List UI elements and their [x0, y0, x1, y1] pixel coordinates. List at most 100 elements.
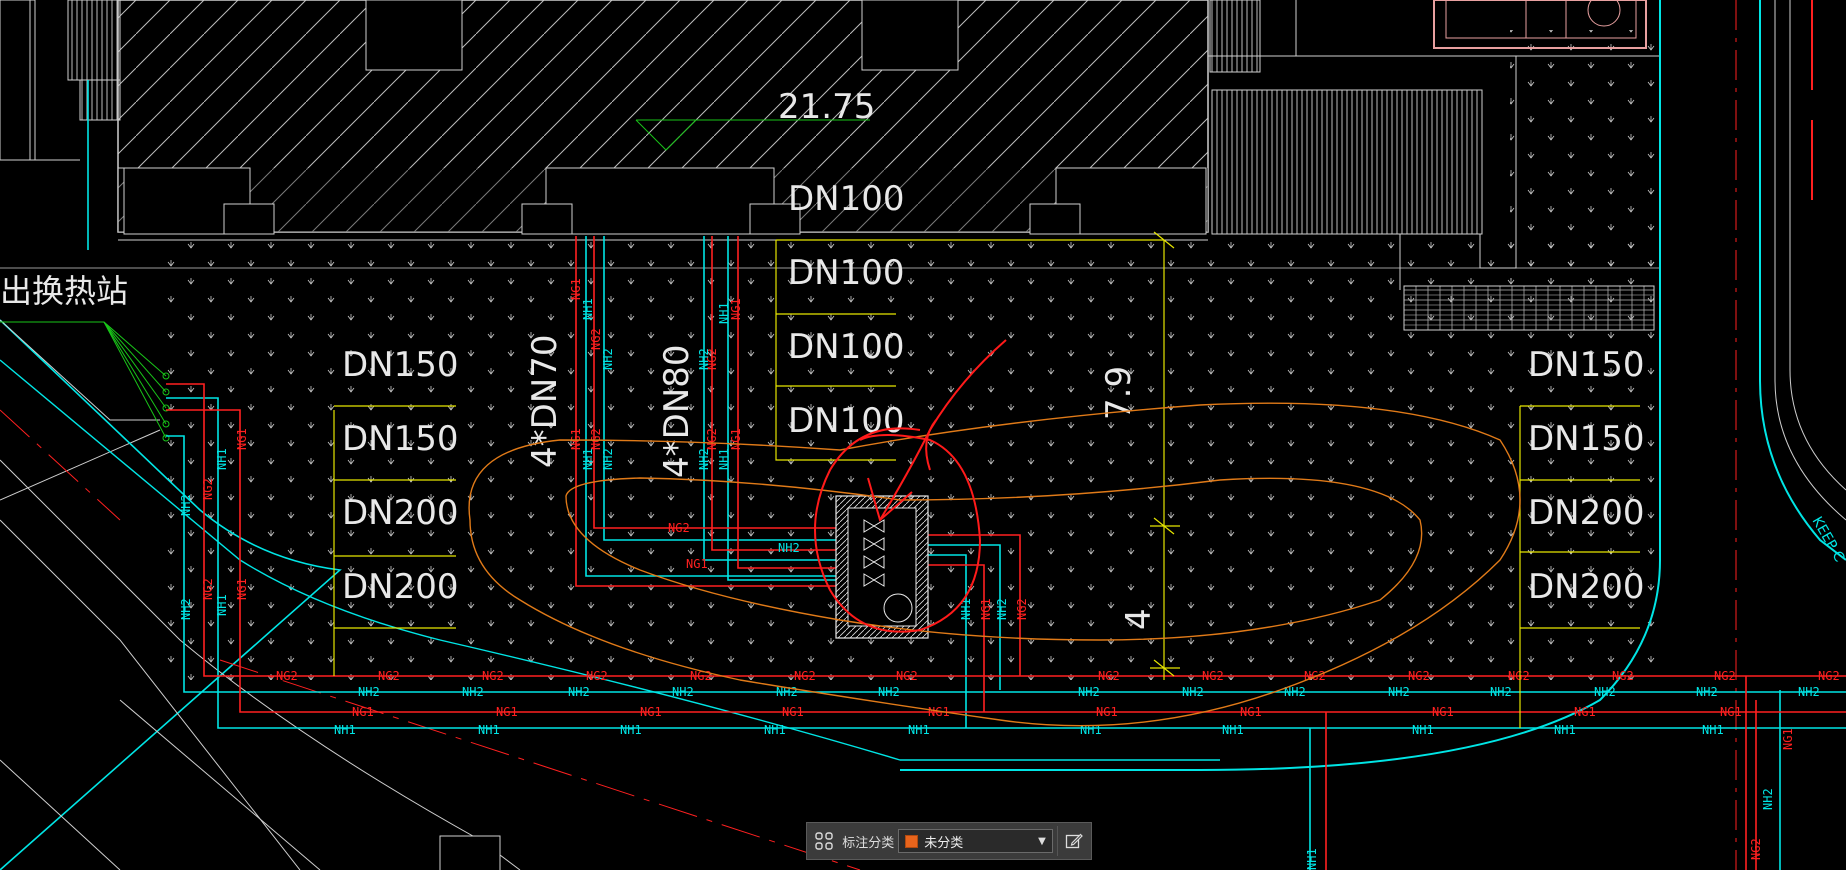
svg-text:NG2: NG2: [705, 428, 719, 450]
dn-label-left-2: DN150: [342, 419, 459, 459]
svg-text:NG2: NG2: [668, 521, 690, 535]
svg-text:NG1: NG1: [1781, 728, 1795, 750]
svg-text:NH1: NH1: [764, 723, 786, 737]
svg-text:NG2: NG2: [482, 669, 504, 683]
svg-text:NG1: NG1: [729, 428, 743, 450]
svg-text:NH2: NH2: [601, 348, 615, 370]
svg-text:NG2: NG2: [1508, 669, 1530, 683]
svg-text:NG2: NG2: [276, 669, 298, 683]
svg-text:NG2: NG2: [1714, 669, 1736, 683]
svg-text:NH1: NH1: [908, 723, 930, 737]
svg-text:NH2: NH2: [878, 685, 900, 699]
svg-text:NH1: NH1: [478, 723, 500, 737]
svg-text:NH1: NH1: [1702, 723, 1724, 737]
svg-text:NH1: NH1: [717, 302, 731, 324]
svg-text:NH2: NH2: [697, 348, 711, 370]
cad-drawing-canvas[interactable]: ⸸: [0, 0, 1846, 870]
svg-text:NH1: NH1: [1305, 848, 1319, 870]
svg-text:NH2: NH2: [568, 685, 590, 699]
svg-text:NG1: NG1: [352, 705, 374, 719]
svg-text:NH2: NH2: [1388, 685, 1410, 699]
svg-text:NH2: NH2: [1182, 685, 1204, 699]
svg-text:NH2: NH2: [358, 685, 380, 699]
dn-label-right-1: DN150: [1528, 345, 1645, 385]
svg-text:NG2: NG2: [896, 669, 918, 683]
riser-label-b: 4*DN80: [657, 344, 697, 478]
svg-text:NG2: NG2: [1015, 598, 1029, 620]
svg-text:NH2: NH2: [1696, 685, 1718, 699]
svg-text:NG1: NG1: [1574, 705, 1596, 719]
svg-text:NG2: NG2: [201, 478, 215, 500]
svg-text:NH2: NH2: [1594, 685, 1616, 699]
dn-label-right-4: DN200: [1528, 567, 1645, 607]
svg-text:NG1: NG1: [235, 428, 249, 450]
edit-icon[interactable]: [1056, 826, 1091, 856]
svg-text:NH1: NH1: [215, 594, 229, 616]
svg-text:NG2: NG2: [589, 428, 603, 450]
dn-label-right-2: DN150: [1528, 419, 1645, 459]
keep-label: KEEP C: [1809, 514, 1846, 565]
svg-text:NG1: NG1: [569, 428, 583, 450]
dimension-4: 4: [1119, 608, 1159, 630]
svg-text:NH1: NH1: [1554, 723, 1576, 737]
svg-text:NG1: NG1: [1720, 705, 1742, 719]
svg-text:NG1: NG1: [1432, 705, 1454, 719]
svg-text:NG2: NG2: [1098, 669, 1120, 683]
svg-text:NG1: NG1: [979, 598, 993, 620]
svg-text:NG2: NG2: [1612, 669, 1634, 683]
grid-menu-icon[interactable]: [807, 823, 840, 859]
svg-text:NG2: NG2: [794, 669, 816, 683]
svg-text:NH1: NH1: [215, 448, 229, 470]
svg-text:NG1: NG1: [782, 705, 804, 719]
svg-text:NH1: NH1: [334, 723, 356, 737]
dn-label-top-2: DN100: [788, 253, 905, 293]
ground-fill-right: [1510, 30, 1660, 280]
svg-text:NG2: NG2: [1749, 838, 1763, 860]
dn-label-right-3: DN200: [1528, 493, 1645, 533]
svg-text:NH2: NH2: [601, 448, 615, 470]
svg-text:NH1: NH1: [1412, 723, 1434, 737]
category-select[interactable]: 未分类 ▼: [898, 829, 1053, 853]
dn-label-left-1: DN150: [342, 345, 459, 385]
svg-text:NG1: NG1: [235, 578, 249, 600]
svg-text:NH1: NH1: [581, 298, 595, 320]
svg-text:NG2: NG2: [589, 328, 603, 350]
elevation-label: 21.75: [778, 87, 875, 127]
annotation-toolbar: 标注分类 未分类 ▼: [806, 822, 1092, 860]
dn-label-top-1: DN100: [788, 179, 905, 219]
svg-text:NH1: NH1: [1222, 723, 1244, 737]
svg-text:NG2: NG2: [201, 578, 215, 600]
dn-label-top-3: DN100: [788, 327, 905, 367]
svg-text:NH2: NH2: [462, 685, 484, 699]
svg-text:NG2: NG2: [378, 669, 400, 683]
svg-text:NH2: NH2: [1078, 685, 1100, 699]
svg-text:NG2: NG2: [1202, 669, 1224, 683]
svg-text:NH2: NH2: [179, 494, 193, 516]
station-label: 出换热站: [0, 272, 128, 310]
svg-text:NH2: NH2: [697, 448, 711, 470]
category-select-value: 未分类: [924, 835, 964, 851]
dn-label-left-3: DN200: [342, 493, 459, 533]
dn-label-left-4: DN200: [342, 567, 459, 607]
svg-text:NG1: NG1: [1240, 705, 1262, 719]
svg-text:NH2: NH2: [1798, 685, 1820, 699]
svg-text:NG1: NG1: [729, 298, 743, 320]
svg-text:NG1: NG1: [640, 705, 662, 719]
svg-text:NH2: NH2: [778, 541, 800, 555]
svg-text:NG1: NG1: [686, 557, 708, 571]
toolbar-label: 标注分类: [842, 835, 895, 851]
svg-text:NG1: NG1: [569, 278, 583, 300]
category-color-swatch: [905, 834, 919, 848]
svg-text:NG2: NG2: [1408, 669, 1430, 683]
svg-text:NH2: NH2: [995, 598, 1009, 620]
svg-text:NG2: NG2: [586, 669, 608, 683]
svg-text:NH1: NH1: [581, 448, 595, 470]
chevron-down-icon: ▼: [1038, 835, 1046, 847]
svg-text:NH2: NH2: [179, 598, 193, 620]
svg-text:NG1: NG1: [1096, 705, 1118, 719]
svg-text:NH2: NH2: [1761, 788, 1775, 810]
svg-text:NG1: NG1: [496, 705, 518, 719]
riser-label-a: 4*DN70: [525, 334, 565, 468]
svg-text:NH2: NH2: [1490, 685, 1512, 699]
svg-text:NH1: NH1: [717, 448, 731, 470]
